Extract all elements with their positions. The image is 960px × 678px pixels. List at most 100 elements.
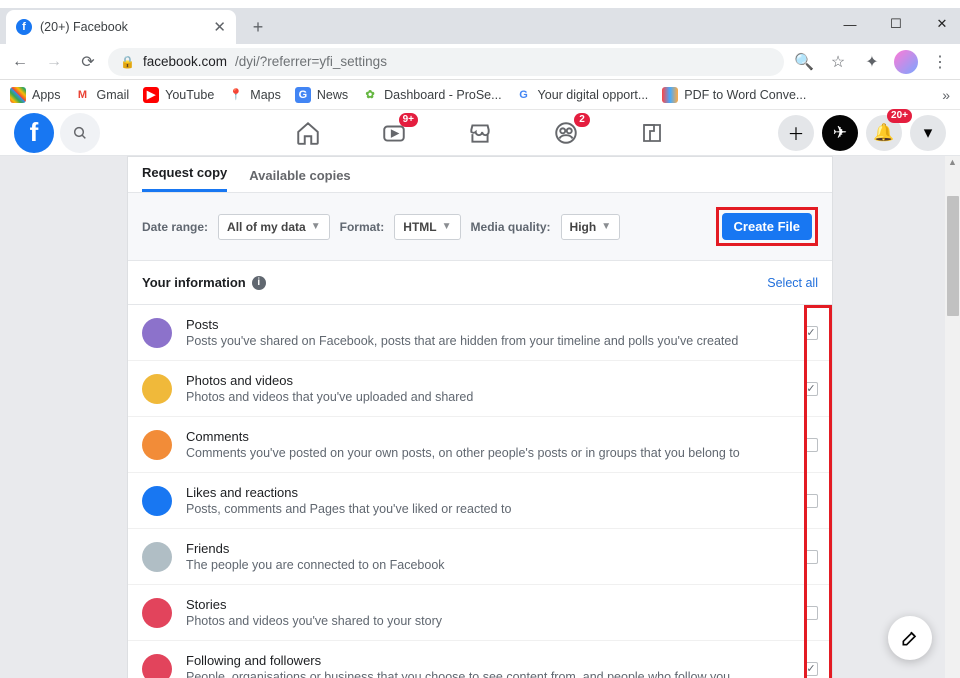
item-icon	[142, 542, 172, 572]
address-bar[interactable]: 🔒 facebook.com/dyi/?referrer=yfi_setting…	[108, 48, 784, 76]
item-checkbox[interactable]	[804, 494, 818, 508]
bookmarks-overflow-icon[interactable]: »	[942, 87, 950, 103]
nav-home-icon[interactable]	[294, 119, 322, 147]
bookmarks-bar: Apps MGmail ▶YouTube 📍Maps GNews ✿Dashbo…	[0, 80, 960, 110]
item-icon	[142, 318, 172, 348]
nav-reload-button[interactable]: ⟳	[74, 48, 102, 76]
list-item[interactable]: PostsPosts you've shared on Facebook, po…	[128, 305, 832, 361]
bookmark-youtube[interactable]: ▶YouTube	[143, 87, 214, 103]
page-scrollbar[interactable]: ▲	[945, 156, 960, 678]
date-range-select[interactable]: All of my data▼	[218, 214, 330, 240]
item-description: Comments you've posted on your own posts…	[186, 445, 740, 461]
format-select[interactable]: HTML▼	[394, 214, 460, 240]
item-title: Following and followers	[186, 652, 730, 669]
chevron-down-icon: ▼	[311, 221, 321, 232]
edit-icon	[900, 628, 920, 648]
create-file-button[interactable]: Create File	[722, 213, 812, 240]
item-checkbox[interactable]: ✓	[804, 382, 818, 396]
compose-fab[interactable]	[888, 616, 932, 660]
item-description: Posts, comments and Pages that you've li…	[186, 501, 511, 517]
dyi-card: Request copy Available copies Date range…	[127, 156, 833, 678]
bookmark-apps[interactable]: Apps	[10, 87, 61, 103]
tab-available-copies[interactable]: Available copies	[249, 159, 350, 192]
facebook-favicon: f	[16, 19, 32, 35]
item-icon	[142, 430, 172, 460]
tab-request-copy[interactable]: Request copy	[142, 156, 227, 192]
nav-watch-icon[interactable]: 9+	[380, 119, 408, 147]
nav-groups-icon[interactable]: 2	[552, 119, 580, 147]
item-description: Photos and videos that you've uploaded a…	[186, 389, 473, 405]
extensions-icon[interactable]: ✦	[858, 48, 886, 76]
bookmark-news[interactable]: GNews	[295, 87, 348, 103]
format-label: Format:	[340, 220, 385, 234]
media-quality-select[interactable]: High▼	[561, 214, 621, 240]
info-icon[interactable]: i	[252, 276, 266, 290]
lock-icon: 🔒	[120, 55, 135, 69]
item-description: People, organisations or business that y…	[186, 669, 730, 678]
bookmark-star-icon[interactable]: ☆	[824, 48, 852, 76]
information-list: PostsPosts you've shared on Facebook, po…	[128, 304, 832, 678]
new-tab-button[interactable]: +	[244, 13, 272, 41]
bookmark-digital[interactable]: GYour digital opport...	[516, 87, 649, 103]
scrollbar-thumb[interactable]	[947, 196, 959, 316]
nav-gaming-icon[interactable]	[638, 119, 666, 147]
bookmark-maps[interactable]: 📍Maps	[228, 87, 281, 103]
browser-tab[interactable]: f (20+) Facebook ✕	[6, 10, 236, 44]
item-title: Comments	[186, 428, 740, 445]
url-domain: facebook.com	[143, 54, 227, 69]
filter-row: Date range: All of my data▼ Format: HTML…	[128, 193, 832, 261]
item-title: Photos and videos	[186, 372, 473, 389]
bookmark-gmail[interactable]: MGmail	[75, 87, 130, 103]
page-content: ▲ Request copy Available copies Date ran…	[0, 156, 960, 678]
browser-tabstrip: f (20+) Facebook ✕ + — ☐ ✕	[0, 8, 960, 44]
notifications-button[interactable]: 🔔20+	[866, 115, 902, 151]
item-checkbox[interactable]	[804, 438, 818, 452]
browser-toolbar: ← → ⟳ 🔒 facebook.com/dyi/?referrer=yfi_s…	[0, 44, 960, 80]
window-close[interactable]: ✕	[928, 12, 956, 36]
list-item[interactable]: StoriesPhotos and videos you've shared t…	[128, 585, 832, 641]
window-minimize[interactable]: —	[836, 12, 864, 36]
item-description: The people you are connected to on Faceb…	[186, 557, 445, 573]
item-description: Photos and videos you've shared to your …	[186, 613, 442, 629]
chevron-down-icon: ▼	[442, 221, 452, 232]
list-item[interactable]: Following and followersPeople, organisat…	[128, 641, 832, 678]
item-description: Posts you've shared on Facebook, posts t…	[186, 333, 738, 349]
item-checkbox[interactable]: ✓	[804, 326, 818, 340]
bookmark-dashboard[interactable]: ✿Dashboard - ProSe...	[362, 87, 501, 103]
search-icon	[72, 125, 88, 141]
list-item[interactable]: Photos and videosPhotos and videos that …	[128, 361, 832, 417]
item-checkbox[interactable]: ✓	[804, 662, 818, 676]
nav-forward-button[interactable]: →	[40, 48, 68, 76]
item-title: Friends	[186, 540, 445, 557]
date-range-label: Date range:	[142, 220, 208, 234]
facebook-search-button[interactable]	[60, 113, 100, 153]
item-icon	[142, 654, 172, 678]
nav-back-button[interactable]: ←	[6, 48, 34, 76]
create-button[interactable]: ＋	[778, 115, 814, 151]
zoom-icon[interactable]: 🔍	[790, 48, 818, 76]
card-tabs: Request copy Available copies	[128, 157, 832, 193]
nav-marketplace-icon[interactable]	[466, 119, 494, 147]
facebook-navbar: f 9+ 2 ＋ ✈ 🔔20+ ▾	[0, 110, 960, 156]
messenger-button[interactable]: ✈	[822, 115, 858, 151]
list-item[interactable]: FriendsThe people you are connected to o…	[128, 529, 832, 585]
url-path: /dyi/?referrer=yfi_settings	[235, 54, 387, 69]
your-information-title: Your informationi	[142, 275, 266, 290]
item-checkbox[interactable]	[804, 606, 818, 620]
window-maximize[interactable]: ☐	[882, 12, 910, 36]
bookmark-pdf[interactable]: PDF to Word Conve...	[662, 87, 806, 103]
select-all-link[interactable]: Select all	[767, 276, 818, 290]
list-item[interactable]: Likes and reactionsPosts, comments and P…	[128, 473, 832, 529]
chrome-menu-icon[interactable]: ⋮	[926, 48, 954, 76]
facebook-logo[interactable]: f	[14, 113, 54, 153]
tab-title: (20+) Facebook	[40, 20, 205, 34]
item-icon	[142, 374, 172, 404]
chevron-down-icon: ▼	[601, 221, 611, 232]
account-menu-button[interactable]: ▾	[910, 115, 946, 151]
close-tab-icon[interactable]: ✕	[213, 18, 226, 36]
profile-avatar[interactable]	[892, 48, 920, 76]
item-checkbox[interactable]	[804, 550, 818, 564]
list-item[interactable]: CommentsComments you've posted on your o…	[128, 417, 832, 473]
item-icon	[142, 598, 172, 628]
item-title: Posts	[186, 316, 738, 333]
